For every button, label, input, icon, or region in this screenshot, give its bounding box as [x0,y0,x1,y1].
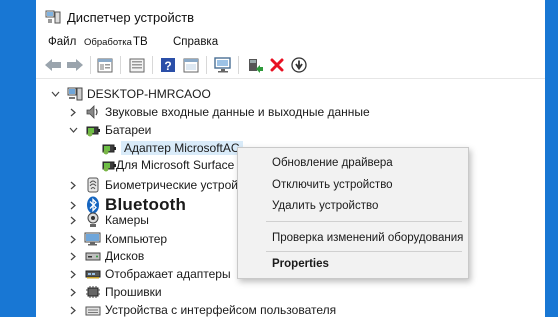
menu-scan-hardware-changes[interactable]: Проверка изменений оборудования [272,232,463,244]
hid-icon [84,302,101,317]
tree-root[interactable]: DESKTOP-HMRCAOO [50,85,211,103]
menu-file[interactable]: Файл [48,36,76,48]
speaker-icon [84,104,101,120]
battery-icon [100,140,117,156]
category-cameras[interactable]: Камеры [68,211,149,229]
category-label: Батареи [105,123,152,137]
menu-update-driver[interactable]: Обновление драйвера [272,157,393,169]
chevron-down-icon[interactable] [68,121,78,139]
chevron-right-icon[interactable] [68,265,78,283]
category-label: Камеры [105,213,149,227]
context-menu: Обновление драйвера Отключить устройство… [237,147,469,279]
category-computer[interactable]: Компьютер [68,230,167,248]
menu-separator [266,221,462,222]
window-title: Диспетчер устройств [67,10,195,25]
category-biometric[interactable]: Биометрические устройства [68,176,262,194]
category-label: Отображает адаптеры [105,267,231,281]
battery-icon [100,157,117,173]
toolbar-separator [238,56,239,74]
back-arrow-icon[interactable] [44,56,62,74]
device-ac-adapter[interactable]: Адаптер MicrosoftAC [100,139,243,157]
menu-help[interactable]: Справка [173,36,218,48]
chevron-right-icon[interactable] [68,301,78,317]
chevron-right-icon[interactable] [68,283,78,301]
category-label: Компьютер [105,232,168,246]
category-disks[interactable]: Дисков [68,247,144,265]
menu-bar: Файл Обработка ТВ Справка [36,34,545,52]
menu-properties[interactable]: Properties [272,258,329,270]
device-manager-icon [45,10,61,24]
device-label: Адаптер MicrosoftAC [121,141,243,155]
category-firmware[interactable]: Прошивки [68,283,162,301]
chevron-right-icon[interactable] [68,103,78,121]
category-label: Дисков [105,249,145,263]
toolbar-separator [120,56,121,74]
chevron-right-icon[interactable] [68,247,78,265]
disable-device-icon[interactable] [290,56,308,74]
computer-icon [66,86,83,102]
category-label: Звуковые входные данные и выходные данны… [105,105,370,119]
category-display-adapters[interactable]: Отображает адаптеры [68,265,231,283]
help-icon[interactable]: ? [159,56,177,74]
toolbar-separator [152,56,153,74]
device-manager-window: Диспетчер устройств Файл Обработка ТВ Сп… [36,0,545,317]
title-bar: Диспетчер устройств [36,0,545,34]
computer-name: DESKTOP-HMRCAOO [87,87,211,101]
menu-separator [266,251,462,252]
panel-icon[interactable] [182,56,200,74]
firmware-icon [84,284,101,300]
menu-view[interactable]: ТВ [133,36,148,48]
category-label: Прошивки [105,285,162,299]
toolbar-separator [206,56,207,74]
forward-arrow-icon[interactable] [66,56,84,74]
update-driver-icon[interactable] [246,56,264,74]
chevron-down-icon[interactable] [50,85,60,103]
chevron-right-icon[interactable] [68,176,78,194]
chevron-right-icon[interactable] [68,230,78,248]
category-batteries[interactable]: Батареи [68,121,151,139]
desktop-background-right [545,0,558,317]
menu-uninstall-device[interactable]: Удалить устройство [272,200,378,212]
battery-icon [84,122,101,138]
category-label: Устройства с интерфейсом пользователя [105,303,337,317]
show-hidden-icon[interactable] [128,56,146,74]
menu-disable-device[interactable]: Отключить устройство [272,179,393,191]
menu-action[interactable]: Обработка [84,37,132,48]
uninstall-device-icon[interactable] [268,56,286,74]
svg-text:?: ? [164,59,171,73]
camera-icon [84,212,101,228]
category-hid[interactable]: Устройства с интерфейсом пользователя [68,301,336,317]
scan-hardware-icon[interactable] [214,56,232,74]
biometric-icon [84,177,101,193]
category-sound[interactable]: Звуковые входные данные и выходные данны… [68,103,370,121]
display-adapter-icon [84,266,101,282]
toolbar-separator [90,56,91,74]
toolbar: ? [36,52,545,79]
computer-icon [84,231,101,247]
properties-icon[interactable] [96,56,114,74]
disk-icon [84,248,101,264]
desktop-background-left [0,0,36,317]
chevron-right-icon[interactable] [68,211,78,229]
